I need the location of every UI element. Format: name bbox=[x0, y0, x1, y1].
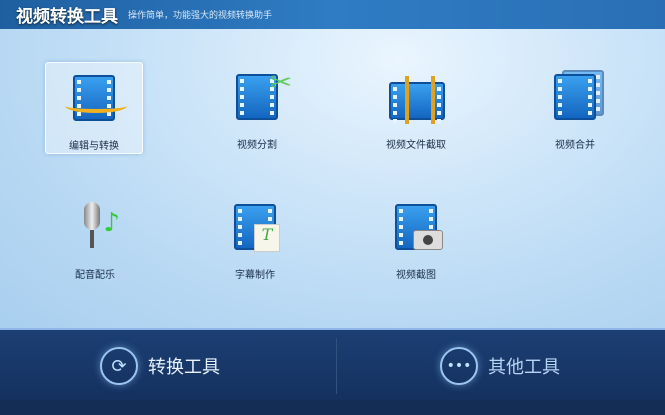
other-tools-button[interactable]: ••• 其他工具 bbox=[440, 330, 560, 402]
tool-label: 配音配乐 bbox=[75, 270, 115, 281]
refresh-icon: ⟳ bbox=[100, 347, 138, 385]
title-bar: 视频转换工具 操作简单，功能强大的视频转换助手 bbox=[0, 0, 665, 29]
tool-video-merge[interactable]: 视频合并 bbox=[526, 62, 624, 154]
app-subtitle: 操作简单，功能强大的视频转换助手 bbox=[128, 11, 273, 21]
divider bbox=[336, 338, 337, 394]
tool-video-split[interactable]: ✂ 视频分割 bbox=[208, 62, 306, 154]
edit-convert-icon bbox=[65, 71, 127, 127]
more-dots-icon: ••• bbox=[440, 347, 478, 385]
status-bar bbox=[0, 400, 665, 415]
tool-video-screenshot[interactable]: 视频截图 bbox=[367, 192, 465, 284]
other-tools-label: 其他工具 bbox=[488, 357, 560, 378]
convert-tools-label: 转换工具 bbox=[148, 357, 220, 378]
tool-edit-convert[interactable]: 编辑与转换 bbox=[45, 62, 143, 154]
film-merge-icon bbox=[546, 70, 604, 126]
tool-label: 视频分割 bbox=[237, 140, 277, 151]
bottom-bar: ⟳ 转换工具 ••• 其他工具 bbox=[0, 328, 665, 400]
tool-dubbing-music[interactable]: ♪ 配音配乐 bbox=[46, 192, 144, 284]
scissors-film-icon: ✂ bbox=[228, 68, 292, 126]
app-title: 视频转换工具 bbox=[16, 7, 118, 27]
convert-tools-button[interactable]: ⟳ 转换工具 bbox=[100, 330, 220, 402]
subtitle-icon: T bbox=[226, 200, 284, 256]
tool-label: 编辑与转换 bbox=[69, 141, 119, 152]
tool-subtitle[interactable]: T 字幕制作 bbox=[206, 192, 304, 284]
camera-film-icon bbox=[387, 200, 445, 256]
film-clip-icon bbox=[387, 70, 445, 126]
microphone-music-icon: ♪ bbox=[66, 200, 124, 256]
tool-label: 视频合并 bbox=[555, 140, 595, 151]
tool-video-clip[interactable]: 视频文件截取 bbox=[367, 62, 465, 154]
tool-label: 字幕制作 bbox=[235, 270, 275, 281]
tool-label: 视频截图 bbox=[396, 270, 436, 281]
tool-label: 视频文件截取 bbox=[386, 140, 446, 151]
tool-grid: 编辑与转换 ✂ 视频分割 视频文件截取 视频合并 ♪ 配音配乐 T 字幕制作 视… bbox=[0, 29, 665, 328]
